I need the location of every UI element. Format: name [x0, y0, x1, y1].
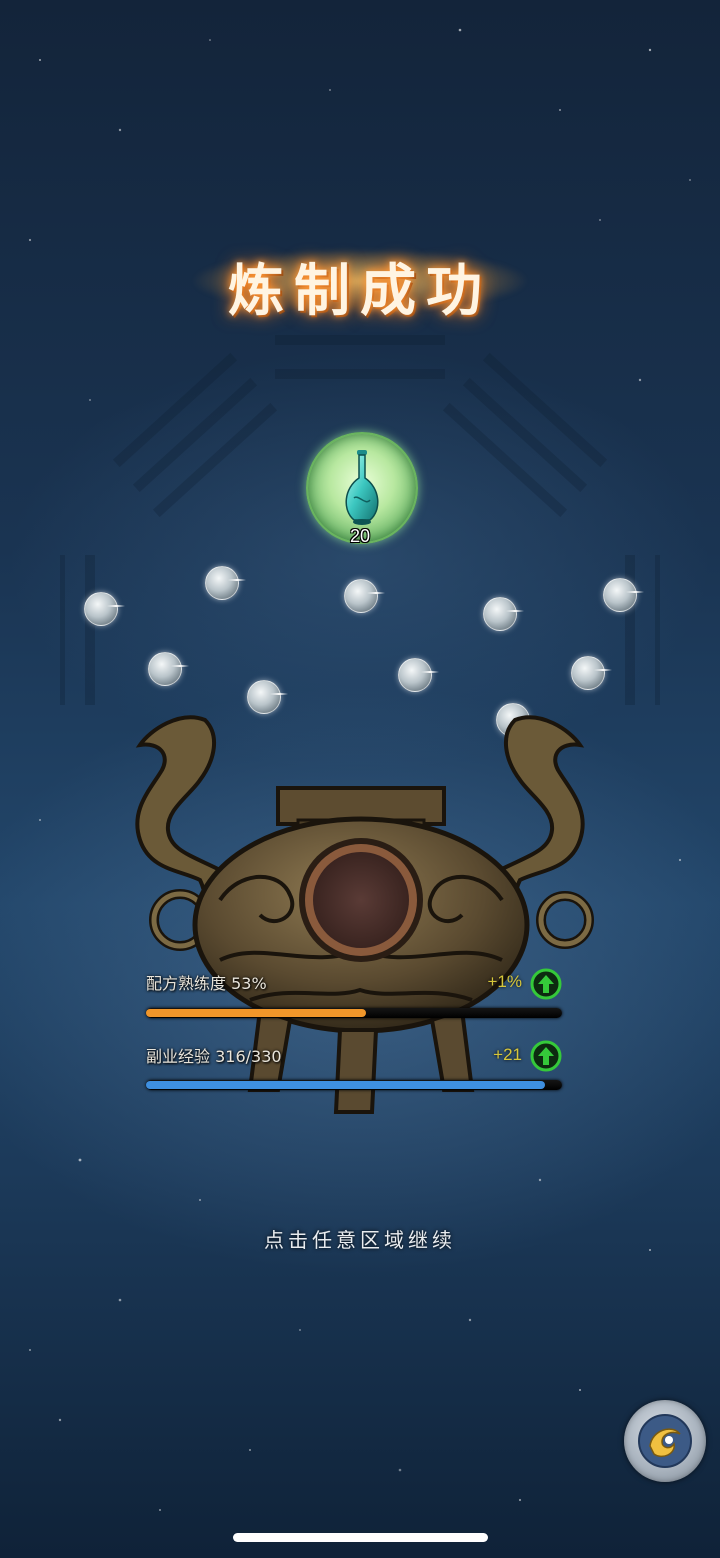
refine-result-screen[interactable]: 炼制成功 20 配方熟练度 53% +1% 副业经验 316/330 +21 点… — [0, 0, 720, 1558]
spirit-orb — [148, 652, 189, 686]
side-job-exp-label: 副业经验 316/330 — [146, 1047, 282, 1066]
swirl-spirit-icon — [638, 1414, 692, 1468]
side-job-exp-gain: +21 — [493, 1045, 522, 1064]
spirit-orb — [483, 597, 524, 631]
side-job-exp-bar — [146, 1080, 562, 1090]
recipe-proficiency-gain: +1% — [487, 972, 523, 991]
home-indicator[interactable] — [233, 1533, 488, 1542]
recipe-proficiency-bar-fill — [146, 1009, 366, 1017]
jade-vase-icon — [345, 450, 379, 525]
floating-spirit-button[interactable] — [624, 1400, 706, 1482]
recipe-proficiency-label: 配方熟练度 53% — [146, 974, 267, 993]
spirit-orb — [344, 579, 385, 613]
crafted-item-count: 20 — [349, 526, 371, 546]
spirit-orb — [205, 566, 246, 600]
result-title: 炼制成功 — [228, 258, 492, 324]
result-title-banner: 炼制成功 — [150, 236, 570, 326]
spirit-orb — [84, 592, 125, 626]
level-up-arrow-icon — [530, 1040, 562, 1072]
tap-to-continue-hint: 点击任意区域继续 — [264, 1228, 456, 1252]
level-up-arrow-icon — [530, 968, 562, 1000]
spirit-orb — [398, 658, 439, 692]
recipe-proficiency-bar — [146, 1008, 562, 1018]
spirit-orb — [603, 578, 644, 612]
spirit-orb — [571, 656, 612, 690]
side-job-exp-bar-fill — [146, 1081, 545, 1089]
